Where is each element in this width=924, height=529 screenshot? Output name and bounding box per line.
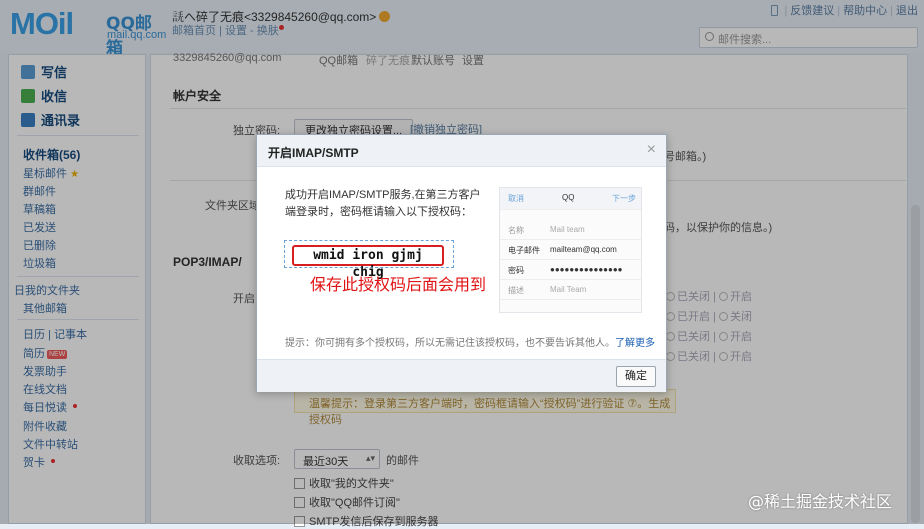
dialog-title: 开启IMAP/SMTP xyxy=(268,146,359,160)
phone-row: 描述 Mail Team xyxy=(500,280,641,300)
annotation-text: 保存此授权码后面会用到 xyxy=(310,275,487,294)
close-icon[interactable]: × xyxy=(647,141,656,159)
watermark: @稀土掘金技术社区 xyxy=(748,492,893,511)
phone-row: 名称 Mail team xyxy=(500,220,641,240)
auth-code[interactable]: wmid iron gjmj chig xyxy=(292,245,444,280)
phone-header: 取消 QQ 下一步 xyxy=(500,188,641,210)
learn-more-link[interactable]: 了解更多 xyxy=(615,338,655,349)
phone-row: 电子邮件 mailteam@qq.com xyxy=(500,240,641,260)
phone-row: 密码 ●●●●●●●●●●●●●●● xyxy=(500,260,641,280)
dialog-tip: 提示：你可拥有多个授权码，所以无需记住该授权码，也不要告诉其他人。了解更多 xyxy=(285,338,655,349)
confirm-button[interactable]: 确定 xyxy=(616,366,656,387)
imap-smtp-dialog: 开启IMAP/SMTP × 成功开启IMAP/SMTP服务,在第三方客户端登录时，… xyxy=(256,134,667,392)
dialog-footer: 确定 xyxy=(257,359,666,392)
dialog-header: 开启IMAP/SMTP × xyxy=(257,135,666,167)
client-setup-illustration: 取消 QQ 下一步 名称 Mail team 电子邮件 mailteam@qq.com … xyxy=(499,187,642,313)
dialog-message: 成功开启IMAP/SMTP服务,在第三方客户端登录时，密码框请输入以下授权码： xyxy=(285,189,481,218)
